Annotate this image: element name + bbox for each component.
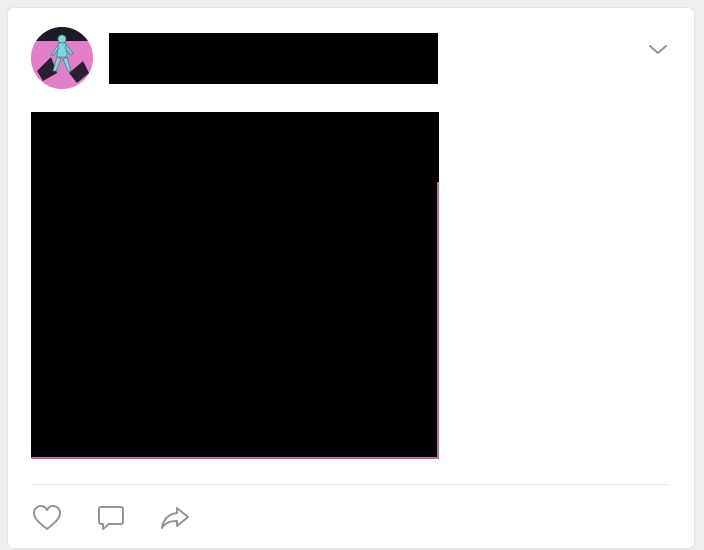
image-edge-bottom — [31, 457, 439, 459]
heart-icon — [33, 505, 61, 530]
author-name-redacted[interactable] — [109, 33, 438, 84]
image-edge-right — [437, 182, 439, 459]
like-button[interactable] — [31, 502, 63, 534]
post-card — [8, 8, 694, 548]
avatar-image — [31, 27, 93, 89]
comment-icon — [98, 506, 124, 530]
post-image-redacted[interactable] — [31, 112, 439, 459]
share-button[interactable] — [159, 502, 191, 534]
divider — [31, 484, 669, 485]
post-menu-button[interactable] — [646, 40, 670, 58]
chevron-down-icon — [649, 45, 667, 54]
share-icon — [161, 507, 189, 529]
comment-button[interactable] — [95, 502, 127, 534]
post-actions — [31, 502, 223, 534]
avatar[interactable] — [31, 27, 93, 89]
